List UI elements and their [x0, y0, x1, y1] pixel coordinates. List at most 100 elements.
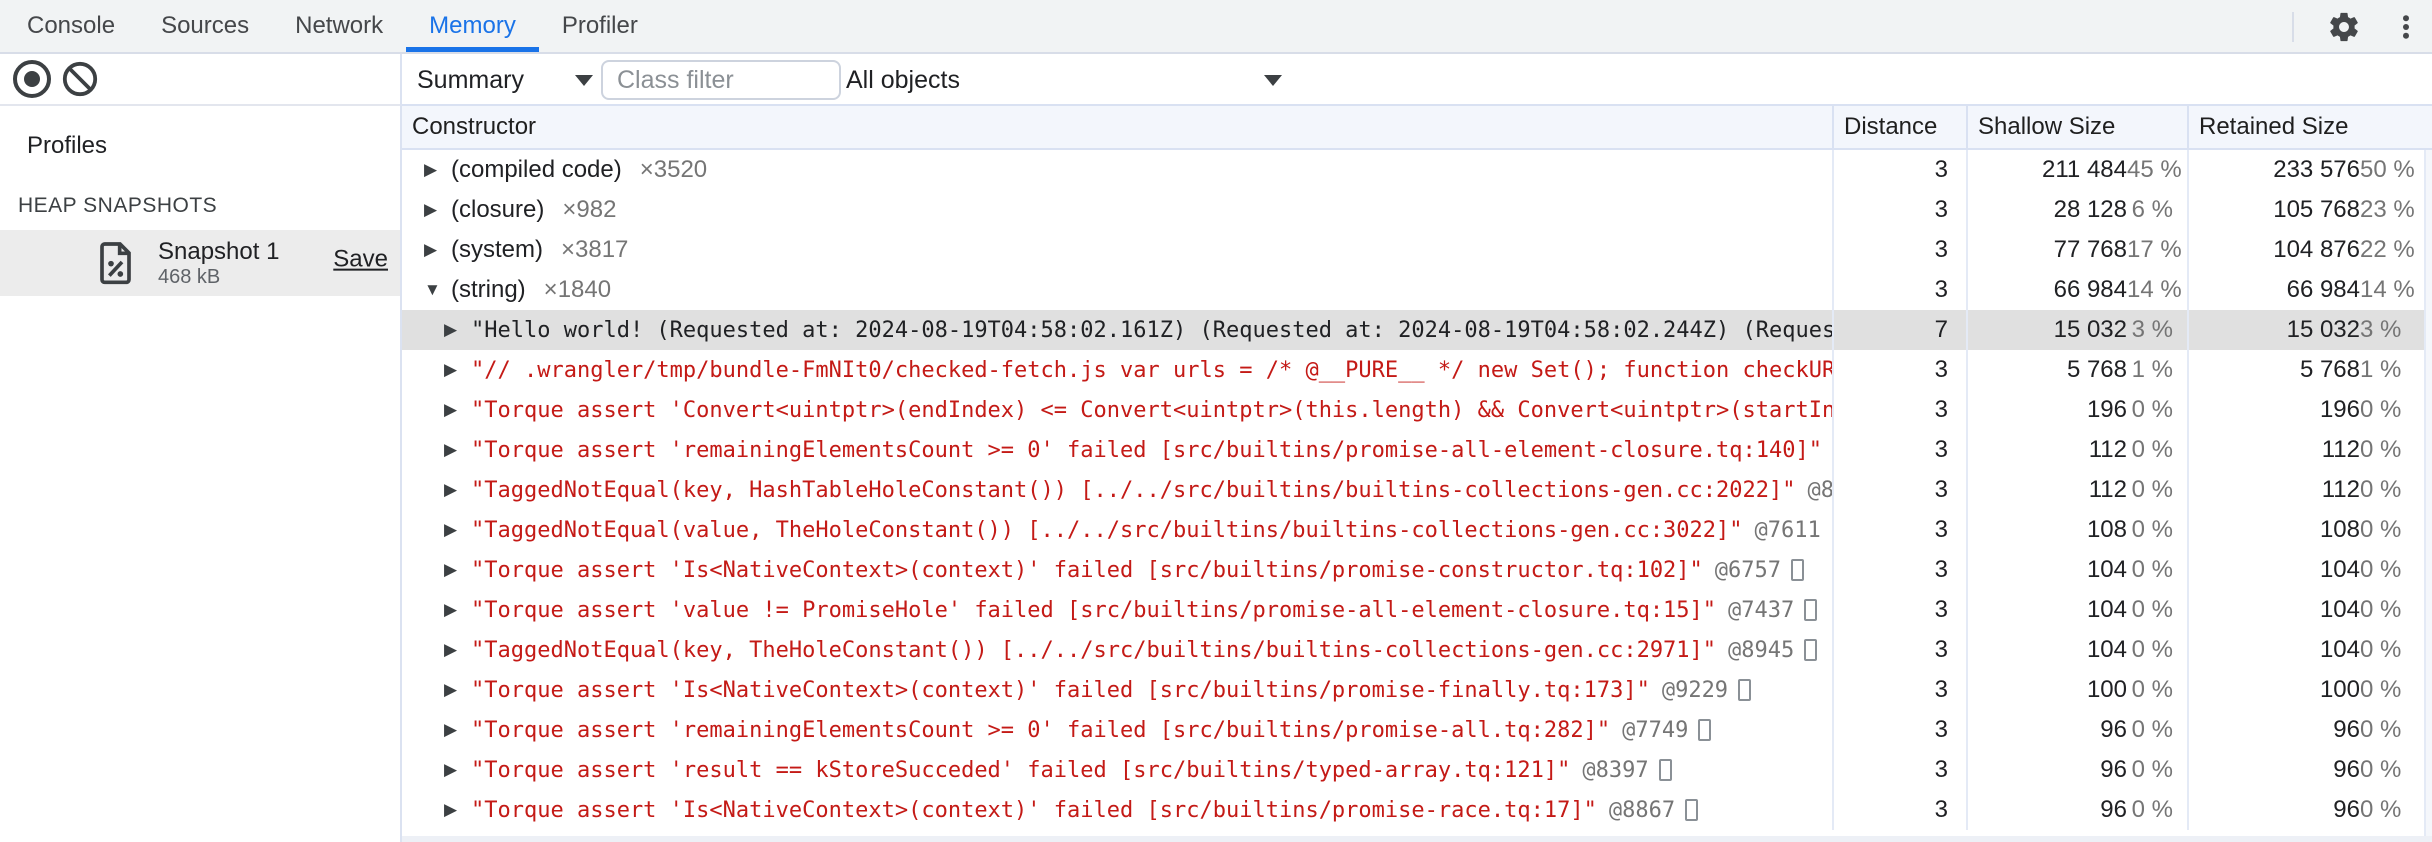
instance-count: ×982: [562, 196, 617, 223]
grid-row[interactable]: ▶ "Torque assert 'Convert<uintptr>(endInd…: [402, 390, 2424, 430]
save-snapshot-link[interactable]: Save: [333, 246, 388, 274]
grid-row[interactable]: ▶ "Torque assert 'Is<NativeContext>(conte…: [402, 550, 2424, 590]
link-box-icon[interactable]: [1804, 599, 1818, 621]
tab-console[interactable]: Console: [4, 0, 138, 52]
retained-size-value: 96: [2333, 756, 2360, 783]
distance-cell: 3: [1832, 390, 1966, 430]
shallow-size-percent: 6 %: [2131, 196, 2173, 223]
retained-size-value: 196: [2319, 396, 2360, 423]
expand-triangle-icon[interactable]: ▶: [444, 720, 464, 740]
retained-size-percent: 0 %: [2360, 516, 2402, 543]
tab-profiler[interactable]: Profiler: [539, 0, 661, 52]
expand-triangle-icon[interactable]: ▶: [444, 760, 464, 780]
more-options-icon[interactable]: [2388, 9, 2424, 45]
expand-triangle-icon[interactable]: ▶: [444, 560, 464, 580]
object-id: @8945: [1728, 637, 1795, 663]
column-header-shallow-size[interactable]: Shallow Size: [1966, 106, 2187, 148]
horizontal-scrollbar-track[interactable]: [402, 836, 2432, 842]
grid-row[interactable]: ▶ "TaggedNotEqual(key, TheHoleConstant())…: [402, 630, 2424, 670]
column-header-retained-size[interactable]: Retained Size: [2187, 106, 2422, 148]
link-box-icon[interactable]: [1698, 719, 1712, 741]
grid-row[interactable]: ▶ "TaggedNotEqual(value, TheHoleConstant(…: [402, 510, 2424, 550]
expand-triangle-icon[interactable]: ▶: [444, 520, 464, 540]
shallow-size-value: 108: [2086, 516, 2127, 543]
shallow-size-percent: 0 %: [2131, 796, 2173, 823]
shallow-size-value: 5 768: [2066, 356, 2127, 383]
retained-size-cell: 112 0 %: [2187, 430, 2422, 470]
clear-profiles-icon[interactable]: [61, 60, 99, 98]
objects-scope-select[interactable]: All objects: [846, 54, 1282, 106]
grid-row[interactable]: ▶ "TaggedNotEqual(key, HashTableHoleConst…: [402, 470, 2424, 510]
profiles-label[interactable]: Profiles: [27, 132, 400, 160]
perspective-select[interactable]: Summary: [417, 54, 593, 106]
expand-triangle-icon[interactable]: ▶: [444, 680, 464, 700]
snapshot-list-item[interactable]: Snapshot 1 468 kB Save: [0, 230, 400, 296]
panel-tab-bar: Console Sources Network Memory Profiler: [0, 0, 2432, 54]
grid-row[interactable]: ▶ "Torque assert 'Is<NativeContext>(conte…: [402, 670, 2424, 710]
grid-row[interactable]: ▶ "Torque assert 'remainingElementsCount …: [402, 430, 2424, 470]
constructor-name: "Hello world! (Requested at: 2024-08-19T…: [471, 317, 1832, 343]
grid-row[interactable]: ▶ (system) ×3817 3 77 768 17 % 104 876 22 %: [402, 230, 2424, 270]
shallow-size-cell: 96 0 %: [1966, 710, 2187, 750]
retained-size-cell: 196 0 %: [2187, 390, 2422, 430]
tab-sources[interactable]: Sources: [138, 0, 272, 52]
constructor-name: "Torque assert 'remainingElementsCount >…: [471, 717, 1611, 743]
expand-triangle-icon[interactable]: ▶: [424, 200, 444, 220]
retained-size-value: 104 876: [2273, 236, 2360, 263]
constructor-cell: ▶ "Torque assert 'remainingElementsCount …: [402, 710, 1832, 750]
tab-memory[interactable]: Memory: [406, 0, 539, 52]
distance-cell: 3: [1832, 670, 1966, 710]
constructor-cell: ▶ (closure) ×982: [402, 190, 1832, 230]
expand-triangle-icon[interactable]: ▶: [444, 440, 464, 460]
object-id: @8397: [1582, 757, 1649, 783]
grid-row[interactable]: ▶ "Hello world! (Requested at: 2024-08-19…: [402, 310, 2424, 350]
snapshot-info: Snapshot 1 468 kB: [158, 238, 279, 289]
constructor-name: (string): [451, 276, 526, 303]
retained-size-cell: 96 0 %: [2187, 710, 2422, 750]
grid-row[interactable]: ▶ (closure) ×982 3 28 128 6 % 105 768 23 %: [402, 190, 2424, 230]
retained-size-percent: 0 %: [2360, 756, 2402, 783]
link-box-icon[interactable]: [1738, 679, 1752, 701]
retained-size-percent: 50 %: [2360, 156, 2415, 183]
constructor-name: (compiled code): [451, 156, 622, 183]
grid-row[interactable]: ▼ (string) ×1840 3 66 984 14 % 66 984 14 %: [402, 270, 2424, 310]
link-box-icon[interactable]: [1658, 759, 1672, 781]
record-heap-snapshot-icon[interactable]: [13, 60, 51, 98]
link-box-icon[interactable]: [1804, 639, 1818, 661]
expand-triangle-icon[interactable]: ▶: [424, 160, 444, 180]
snapshot-size: 468 kB: [158, 265, 221, 288]
expand-triangle-icon[interactable]: ▶: [444, 400, 464, 420]
shallow-size-value: 15 032: [2053, 316, 2127, 343]
constructor-name: (closure): [451, 196, 545, 223]
expand-triangle-icon[interactable]: ▶: [444, 640, 464, 660]
grid-row[interactable]: ▶ "Torque assert 'remainingElementsCount …: [402, 710, 2424, 750]
tab-network[interactable]: Network: [272, 0, 406, 52]
grid-row[interactable]: ▶ "// .wrangler/tmp/bundle-FmNIt0/checked…: [402, 350, 2424, 390]
grid-row[interactable]: ▶ "Torque assert 'Is<NativeContext>(conte…: [402, 790, 2424, 830]
collapse-triangle-icon[interactable]: ▼: [424, 280, 444, 300]
constructor-name: "Torque assert 'result == kStoreSucceded…: [471, 757, 1571, 783]
objects-scope-value: All objects: [846, 65, 960, 94]
class-filter-input[interactable]: [601, 60, 841, 100]
column-header-constructor[interactable]: Constructor: [402, 106, 1832, 148]
retained-size-cell: 15 032 3 %: [2187, 310, 2422, 350]
column-header-distance[interactable]: Distance: [1832, 106, 1966, 148]
link-box-icon[interactable]: [1791, 559, 1805, 581]
vertical-scrollbar-gutter[interactable]: [2424, 150, 2432, 842]
expand-triangle-icon[interactable]: ▶: [444, 480, 464, 500]
grid-row[interactable]: ▶ "Torque assert 'value != PromiseHole' f…: [402, 590, 2424, 630]
grid-row[interactable]: ▶ (compiled code) ×3520 3 211 484 45 % 233 576…: [402, 150, 2424, 190]
constructor-name: "TaggedNotEqual(value, TheHoleConstant()…: [471, 517, 1743, 543]
expand-triangle-icon[interactable]: ▶: [444, 360, 464, 380]
settings-gear-icon[interactable]: [2326, 9, 2362, 45]
shallow-size-value: 104: [2086, 636, 2127, 663]
expand-triangle-icon[interactable]: ▶: [444, 320, 464, 340]
retained-size-percent: 3 %: [2360, 316, 2402, 343]
expand-triangle-icon[interactable]: ▶: [444, 800, 464, 820]
snapshot-toolbar: Summary All objects: [402, 54, 2432, 106]
link-box-icon[interactable]: [1685, 799, 1699, 821]
distance-cell: 3: [1832, 710, 1966, 750]
expand-triangle-icon[interactable]: ▶: [424, 240, 444, 260]
expand-triangle-icon[interactable]: ▶: [444, 600, 464, 620]
grid-row[interactable]: ▶ "Torque assert 'result == kStoreSuccede…: [402, 750, 2424, 790]
